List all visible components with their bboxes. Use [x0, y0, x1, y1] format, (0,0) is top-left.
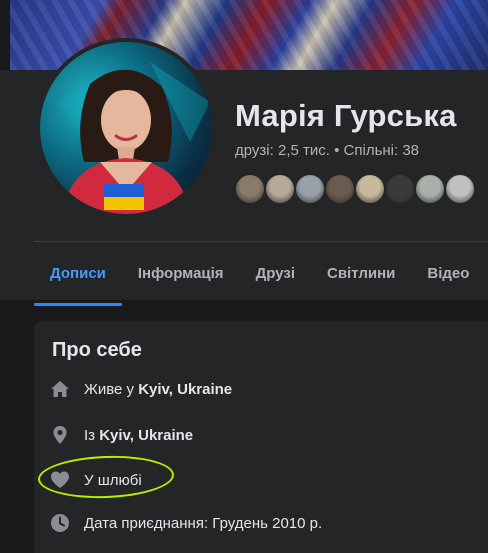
lives-prefix: Живе у — [84, 380, 135, 398]
tab-about[interactable]: Інформація — [122, 248, 240, 304]
lives-place-link[interactable]: Kyiv, Ukraine — [138, 381, 232, 398]
separator-dot: • — [334, 142, 340, 159]
tab-posts[interactable]: Дописи — [34, 248, 122, 306]
tab-friends[interactable]: Друзі — [240, 248, 311, 304]
profile-avatar[interactable] — [40, 42, 212, 214]
about-lives-in: Живе у Kyiv, Ukraine — [50, 379, 232, 399]
friends-summary[interactable]: друзі: 2,5 тис. • Спільні: 38 — [235, 142, 419, 159]
friends-label: друзі: — [235, 142, 274, 159]
about-joined: Дата приєднання: Грудень 2010 р. — [50, 513, 322, 533]
avatar-illustration — [60, 62, 210, 214]
mutual-friend-avatar[interactable] — [414, 173, 446, 205]
mutual-friends-avatars[interactable] — [234, 173, 476, 205]
friends-count: 2,5 тис. — [277, 142, 330, 159]
from-prefix: Із — [84, 426, 96, 444]
home-icon — [50, 379, 70, 399]
header-divider — [34, 241, 488, 242]
mutual-friend-avatar[interactable] — [354, 173, 386, 205]
profile-name: Марія Гурська — [235, 98, 457, 133]
mutual-friend-avatar[interactable] — [324, 173, 356, 205]
about-from: Із Kyiv, Ukraine — [50, 425, 193, 445]
mutual-friend-avatar[interactable] — [234, 173, 266, 205]
mutual-friend-avatar[interactable] — [294, 173, 326, 205]
mutual-count: 38 — [402, 142, 420, 159]
mutual-label: Спільні: — [343, 142, 399, 159]
from-place-link[interactable]: Kyiv, Ukraine — [99, 427, 193, 444]
about-title: Про себе — [52, 339, 142, 361]
profile-tabs: Дописи Інформація Друзі Світлини Відео — [34, 248, 485, 306]
tab-videos[interactable]: Відео — [411, 248, 485, 304]
clock-icon — [50, 513, 70, 533]
mutual-friend-avatar[interactable] — [384, 173, 416, 205]
joined-date: Дата приєднання: Грудень 2010 р. — [84, 514, 323, 532]
mutual-friend-avatar[interactable] — [444, 173, 476, 205]
mutual-friend-avatar[interactable] — [264, 173, 296, 205]
tab-photos[interactable]: Світлини — [311, 248, 411, 304]
location-pin-icon — [50, 425, 70, 445]
